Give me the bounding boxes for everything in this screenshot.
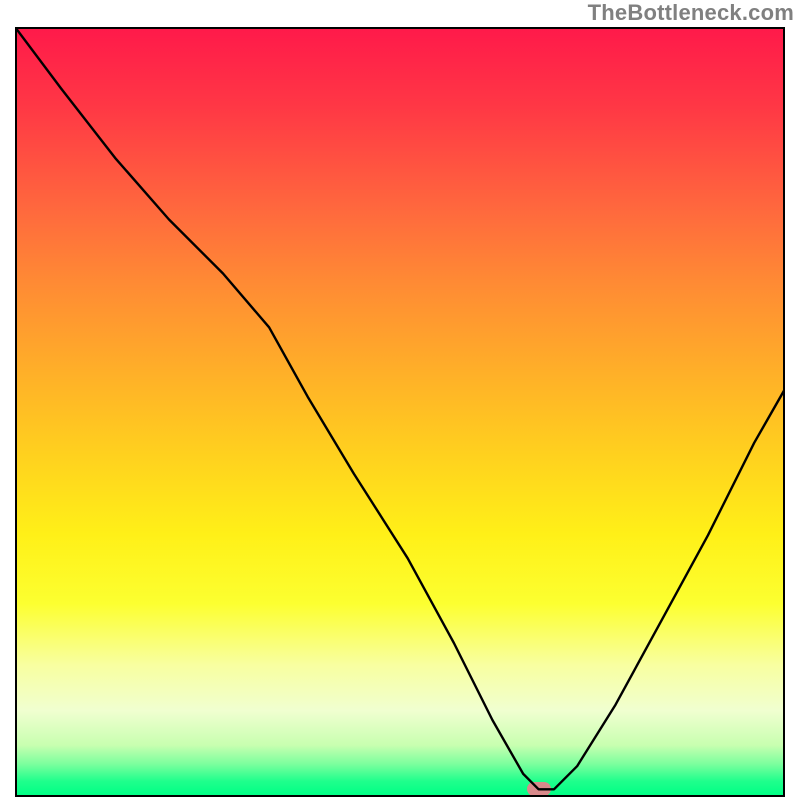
chart-container <box>15 27 785 797</box>
bottleneck-curve <box>15 27 785 789</box>
curve-overlay <box>15 27 785 797</box>
watermark-text: TheBottleneck.com <box>588 0 794 26</box>
